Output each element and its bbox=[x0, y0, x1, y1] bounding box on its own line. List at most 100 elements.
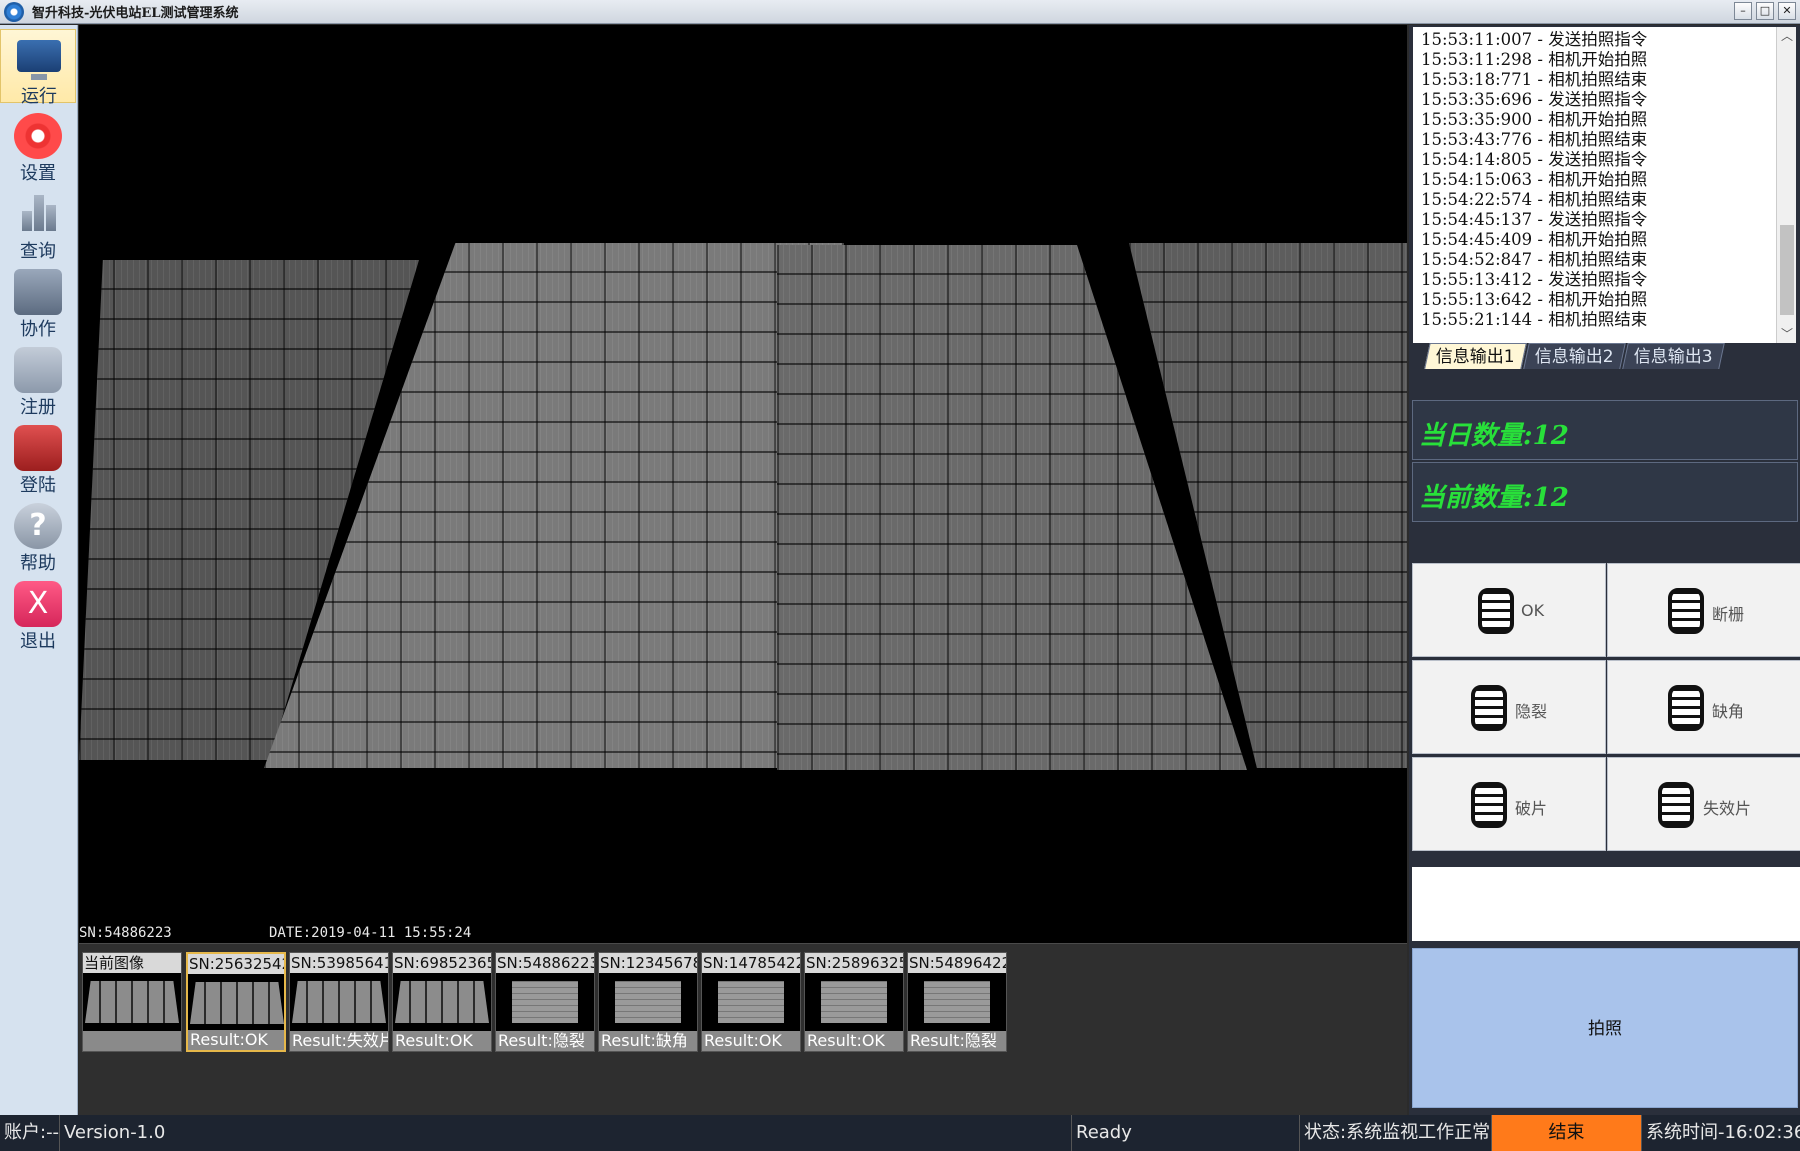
exit-icon: X bbox=[14, 581, 62, 627]
thumbnail-result: Result:失效片 bbox=[290, 1031, 388, 1051]
thumbnail-sn: SN:25632542 bbox=[188, 954, 284, 974]
thumbnail-sn: SN:69852365 bbox=[393, 953, 491, 973]
defect-broken-finger-button[interactable]: 断栅 bbox=[1607, 563, 1800, 657]
system-time: 系统时间-16:02:36 bbox=[1646, 1122, 1800, 1143]
close-button[interactable]: ✕ bbox=[1778, 2, 1796, 20]
defect-label: 隐裂 bbox=[1515, 702, 1548, 721]
thumbnail-strip: 当前图像 SN:25632542 Result:OK SN:53985641 R… bbox=[79, 943, 1407, 1115]
thumbnail-image bbox=[599, 973, 697, 1033]
shoot-button[interactable]: 拍照 bbox=[1412, 948, 1798, 1108]
defect-label: 失效片 bbox=[1703, 799, 1752, 818]
minimize-button[interactable]: – bbox=[1734, 2, 1752, 20]
sidebar-item-query[interactable]: 查询 bbox=[0, 185, 76, 262]
maximize-button[interactable]: □ bbox=[1756, 2, 1774, 20]
current-count: 当前数量:12 bbox=[1419, 483, 1569, 513]
sidebar-item-label: 查询 bbox=[20, 241, 56, 262]
log-line: 15:53:35:696 - 发送拍照指令 bbox=[1421, 90, 1648, 109]
window-title: 智升科技-光伏电站EL测试管理系统 bbox=[32, 6, 239, 21]
defect-crack-button[interactable]: 隐裂 bbox=[1412, 660, 1606, 754]
el-image-viewer[interactable]: SN:54886223 DATE:2019-04-11 15:55:24 bbox=[79, 25, 1407, 943]
ready-status: Ready bbox=[1072, 1115, 1300, 1151]
monitor-icon bbox=[17, 40, 61, 80]
thumbnail-item[interactable]: SN:53985641 Result:失效片 bbox=[289, 952, 389, 1052]
defect-fragment-button[interactable]: 破片 bbox=[1412, 757, 1606, 851]
system-state: 状态:系统监视工作正常 bbox=[1300, 1115, 1492, 1151]
thumbnail-item[interactable]: SN:25632542 Result:OK bbox=[186, 952, 286, 1052]
thumbnail-result: Result:OK bbox=[805, 1031, 903, 1051]
thumbnail-item[interactable]: SN:14785422 Result:OK bbox=[701, 952, 801, 1052]
thumbnail-item[interactable]: SN:25896325 Result:OK bbox=[804, 952, 904, 1052]
scrollbar-thumb[interactable] bbox=[1780, 225, 1794, 315]
sidebar-item-register[interactable]: 注册 bbox=[0, 341, 76, 418]
sidebar-item-exit[interactable]: X 退出 bbox=[0, 575, 76, 652]
defect-failed-button[interactable]: 失效片 bbox=[1607, 757, 1800, 851]
cell-icon bbox=[1668, 588, 1704, 634]
thumbnail-sn: SN:25896325 bbox=[805, 953, 903, 973]
log-output[interactable]: 15:53:11:007 - 发送拍照指令 15:53:11:298 - 相机开… bbox=[1413, 27, 1785, 343]
sidebar-item-label: 协作 bbox=[20, 319, 56, 340]
sidebar-item-login[interactable]: 登陆 bbox=[0, 419, 76, 496]
tab-label: 信息输出3 bbox=[1633, 347, 1713, 367]
thumbnail-result: Result:OK bbox=[188, 1030, 284, 1050]
sidebar-item-label: 注册 bbox=[20, 397, 56, 418]
account-status: 账户:-- bbox=[0, 1115, 60, 1151]
thumbnail-image bbox=[393, 973, 491, 1033]
tab-output-3[interactable]: 信息输出3 bbox=[1621, 343, 1725, 369]
defect-label: OK bbox=[1521, 601, 1545, 620]
daily-count: 当日数量:12 bbox=[1419, 421, 1569, 451]
thumbnail-result: Result:隐裂 bbox=[908, 1031, 1006, 1051]
thumbnail-image bbox=[908, 973, 1006, 1033]
tab-output-1[interactable]: 信息输出1 bbox=[1424, 343, 1527, 369]
scroll-up-icon[interactable]: ︿ bbox=[1777, 27, 1797, 45]
log-line: 15:53:43:776 - 相机拍照结束 bbox=[1421, 130, 1648, 149]
defect-corner-button[interactable]: 缺角 bbox=[1607, 660, 1800, 754]
sidebar-item-collab[interactable]: 协作 bbox=[0, 263, 76, 340]
thumbnail-current[interactable]: 当前图像 bbox=[82, 952, 182, 1052]
sidebar-item-run[interactable]: 运行 bbox=[0, 29, 76, 107]
key-icon bbox=[14, 347, 62, 393]
log-line: 15:55:21:144 - 相机拍照结束 bbox=[1421, 310, 1648, 329]
thumbnail-item[interactable]: SN:69852365 Result:OK bbox=[392, 952, 492, 1052]
gear-icon bbox=[14, 113, 62, 159]
log-line: 15:54:52:847 - 相机拍照结束 bbox=[1421, 250, 1648, 269]
version-status: Version-1.0 bbox=[60, 1115, 1072, 1151]
sidebar-item-help[interactable]: ? 帮助 bbox=[0, 497, 76, 574]
tab-output-2[interactable]: 信息输出2 bbox=[1523, 343, 1626, 369]
defect-ok-button[interactable]: OK bbox=[1412, 563, 1606, 657]
sidebar-item-settings[interactable]: 设置 bbox=[0, 107, 76, 184]
scroll-down-icon[interactable]: ﹀ bbox=[1777, 325, 1797, 343]
thumbnail-result: Result:缺角 bbox=[599, 1031, 697, 1051]
thumbnail-item[interactable]: SN:12345678 Result:缺角 bbox=[598, 952, 698, 1052]
log-line: 15:55:13:412 - 发送拍照指令 bbox=[1421, 270, 1648, 289]
thumbnail-item[interactable]: SN:54886223 Result:隐裂 bbox=[495, 952, 595, 1052]
thumbnail-image bbox=[805, 973, 903, 1033]
thumbnail-image bbox=[83, 973, 181, 1033]
log-line: 15:53:11:007 - 发送拍照指令 bbox=[1421, 30, 1648, 49]
status-bar: 账户:-- Version-1.0 Ready 状态:系统监视工作正常 结束 系… bbox=[0, 1115, 1800, 1151]
thumbnail-sn: 当前图像 bbox=[83, 953, 181, 973]
thumbnail-result: Result:OK bbox=[702, 1031, 800, 1051]
sidebar-item-label: 设置 bbox=[20, 163, 56, 184]
image-sn-label: SN:54886223 bbox=[79, 925, 172, 941]
daily-count-box: 当日数量:12 bbox=[1412, 400, 1798, 460]
thumbnail-image bbox=[188, 974, 284, 1034]
thumbnail-item[interactable]: SN:54896422 Result:隐裂 bbox=[907, 952, 1007, 1052]
log-line: 15:54:45:137 - 发送拍照指令 bbox=[1421, 210, 1648, 229]
log-line: 15:54:22:574 - 相机拍照结束 bbox=[1421, 190, 1648, 209]
image-date-label: DATE:2019-04-11 15:55:24 bbox=[269, 925, 472, 941]
thumbnail-result: Result:隐裂 bbox=[496, 1031, 594, 1051]
sidebar-item-label: 退出 bbox=[20, 631, 56, 652]
log-line: 15:53:11:298 - 相机开始拍照 bbox=[1421, 50, 1648, 69]
cell-icon bbox=[1668, 685, 1704, 731]
thumbnail-sn: SN:54886223 bbox=[496, 953, 594, 973]
tab-label: 信息输出2 bbox=[1534, 347, 1614, 367]
thumbnail-sn: SN:53985641 bbox=[290, 953, 388, 973]
window-controls: – □ ✕ bbox=[1734, 2, 1796, 20]
thumbnail-sn: SN:54896422 bbox=[908, 953, 1006, 973]
log-line: 15:55:13:642 - 相机开始拍照 bbox=[1421, 290, 1648, 309]
log-scrollbar[interactable]: ︿ ﹀ bbox=[1776, 27, 1796, 343]
thumbnail-image bbox=[702, 973, 800, 1033]
thumbnail-result: Result:OK bbox=[393, 1031, 491, 1051]
thumbnail-sn: SN:12345678 bbox=[599, 953, 697, 973]
help-icon: ? bbox=[14, 503, 62, 549]
